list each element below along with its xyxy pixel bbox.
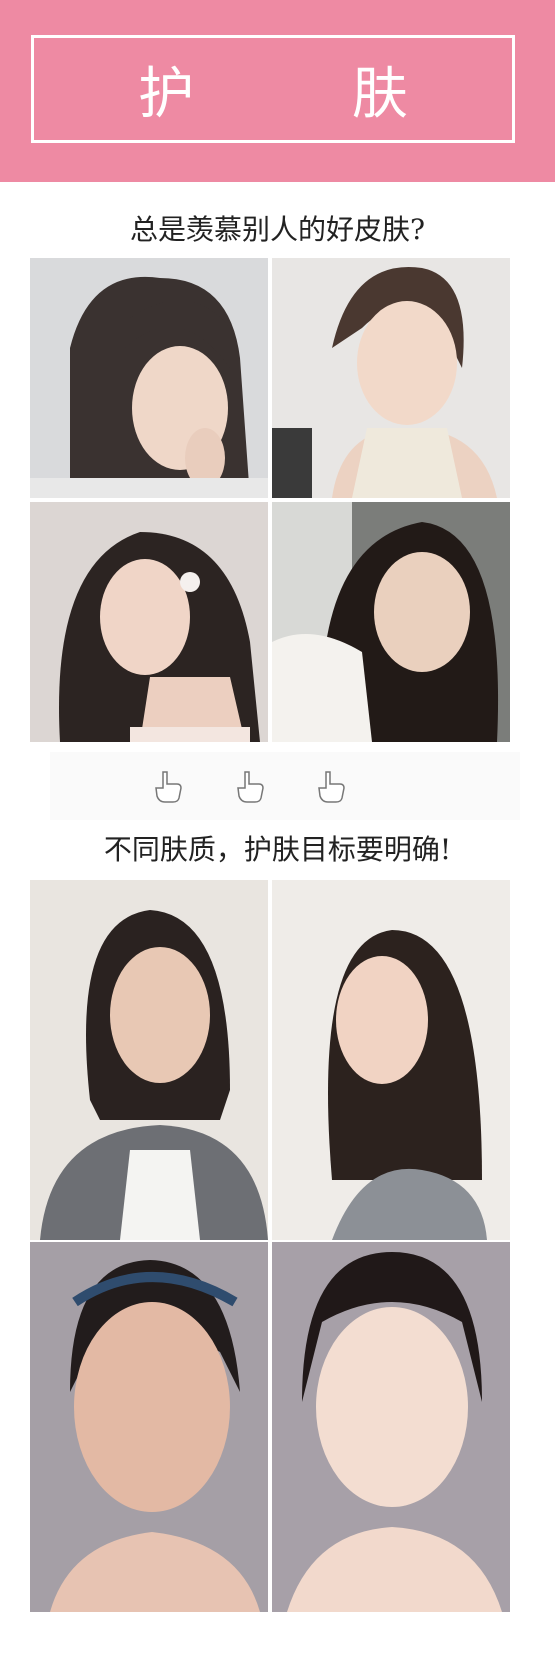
portrait-photo-5 [30,880,268,1240]
header-banner: 护 肤 [0,0,555,182]
portrait-photo-4 [272,502,510,742]
header-frame: 护 肤 [31,35,515,143]
portrait-photo-1 [30,258,268,498]
portrait-photo-2 [272,258,510,498]
page-title: 护 肤 [138,61,478,127]
caption-skincare-goal: 不同肤质，护肤目标要明确! [103,833,452,866]
portrait-photo-7 [30,1242,268,1612]
pointing-hand-icon [153,770,183,804]
photo-grid-top [30,258,510,742]
portrait-photo-6 [272,880,510,1240]
photo-grid-bottom [30,880,510,1612]
portrait-photo-3 [30,502,268,742]
pointing-hands-row [50,752,520,820]
portrait-photo-8 [272,1242,510,1612]
caption-envy-good-skin: 总是羡慕别人的好皮肤? [129,213,425,246]
pointing-hand-icon [316,770,346,804]
pointing-hand-icon [235,770,265,804]
